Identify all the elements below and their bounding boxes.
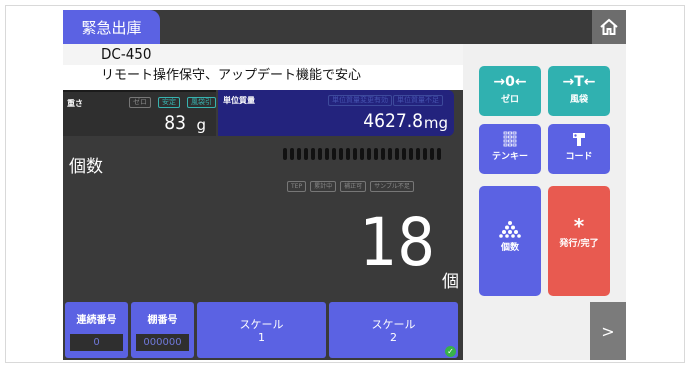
asterisk-icon: * — [573, 214, 585, 238]
page-title: 緊急出庫 — [63, 10, 160, 44]
tare-icon: →T← — [562, 74, 596, 90]
stable-indicator: 安定 — [158, 97, 180, 108]
home-button[interactable] — [592, 10, 626, 44]
unit-weight-label: 単位質量 — [223, 96, 255, 105]
serial-number-field[interactable]: 0 — [70, 334, 123, 351]
tare-indicator: 風袋引 — [187, 97, 216, 108]
weight-display: 重さ ゼロ 安定 風袋引 83 g — [63, 90, 216, 136]
unit-short-indicator: 単位質量不足 — [393, 95, 443, 106]
accumulating-indicator: 累計中 — [310, 181, 337, 192]
zero-label: ゼロ — [500, 95, 519, 105]
level-bars — [283, 148, 441, 160]
count-button-label: 個数 — [500, 243, 519, 253]
pieces-icon — [499, 221, 521, 238]
scale-2-button[interactable]: スケール 2 ✓ — [329, 302, 458, 358]
tenkey-label: テンキー — [491, 152, 528, 162]
weight-label: 重さ — [67, 99, 83, 108]
scale-1-label: スケール — [239, 318, 284, 331]
product-code: DC-450 — [63, 44, 463, 65]
unit-change-indicator: 単位質量変更有効 — [328, 95, 392, 106]
count-label: 個数 — [69, 157, 103, 177]
serial-number-button[interactable]: 連続番号 0 — [65, 302, 128, 358]
code-button[interactable]: コード — [548, 124, 610, 174]
count-display: 個数 TEP 累計中 補正可 サンプル不足 18 個 — [63, 136, 463, 302]
tag-icon — [573, 133, 585, 146]
issue-complete-label: 発行/完了 — [559, 239, 599, 249]
chevron-right-icon: > — [601, 321, 615, 341]
zero-button[interactable]: →0← ゼロ — [479, 66, 541, 116]
home-icon — [600, 18, 618, 35]
product-info: DC-450 リモート操作保守、アップデート機能で安心 — [63, 44, 463, 90]
next-page-button[interactable]: > — [590, 302, 626, 360]
code-label: コード — [565, 152, 593, 162]
tare-label: 風袋 — [569, 95, 588, 105]
zero-indicator: ゼロ — [129, 97, 151, 108]
unit-weight-unit: mg — [423, 114, 448, 132]
function-panel: →0← ゼロ →T← 風袋 テンキー コード 個数 * 発行/完了 — [463, 44, 626, 302]
issue-complete-button[interactable]: * 発行/完了 — [548, 186, 610, 296]
tep-indicator: TEP — [287, 181, 307, 192]
top-bar: 緊急出庫 — [63, 10, 626, 44]
bottom-bar: 連続番号 0 棚番号 000000 スケール 1 スケール 2 ✓ — [63, 302, 463, 360]
serial-number-label: 連続番号 — [76, 315, 117, 326]
tare-button[interactable]: →T← 風袋 — [548, 66, 610, 116]
scale-1-button[interactable]: スケール 1 — [197, 302, 326, 358]
scale-2-number: 2 — [390, 331, 397, 344]
weighing-screen: 緊急出庫 DC-450 リモート操作保守、アップデート機能で安心 重さ ゼロ 安… — [63, 10, 626, 360]
weight-value: 83 — [164, 112, 186, 134]
zero-icon: →0← — [493, 74, 527, 90]
keypad-icon — [503, 131, 517, 147]
check-icon: ✓ — [445, 346, 456, 357]
shelf-number-label: 棚番号 — [147, 315, 178, 326]
shelf-number-button[interactable]: 棚番号 000000 — [131, 302, 194, 358]
function-panel-bottom — [463, 302, 590, 360]
status-indicators: TEP 累計中 補正可 サンプル不足 — [287, 181, 414, 192]
unit-weight-value: 4627.8 — [363, 110, 423, 132]
scale-1-number: 1 — [258, 331, 265, 344]
shelf-number-field[interactable]: 000000 — [136, 334, 189, 351]
weight-unit: g — [196, 116, 206, 134]
sample-short-indicator: サンプル不足 — [370, 181, 414, 192]
count-value: 18 — [359, 204, 435, 281]
count-unit: 個 — [442, 272, 459, 292]
scale-2-label: スケール — [371, 318, 416, 331]
count-button[interactable]: 個数 — [479, 186, 541, 296]
unit-weight-display: 単位質量 単位質量変更有効 単位質量不足 4627.8 mg — [218, 90, 454, 136]
tenkey-button[interactable]: テンキー — [479, 124, 541, 174]
product-description: リモート操作保守、アップデート機能で安心 — [63, 65, 463, 90]
correctable-indicator: 補正可 — [340, 181, 367, 192]
